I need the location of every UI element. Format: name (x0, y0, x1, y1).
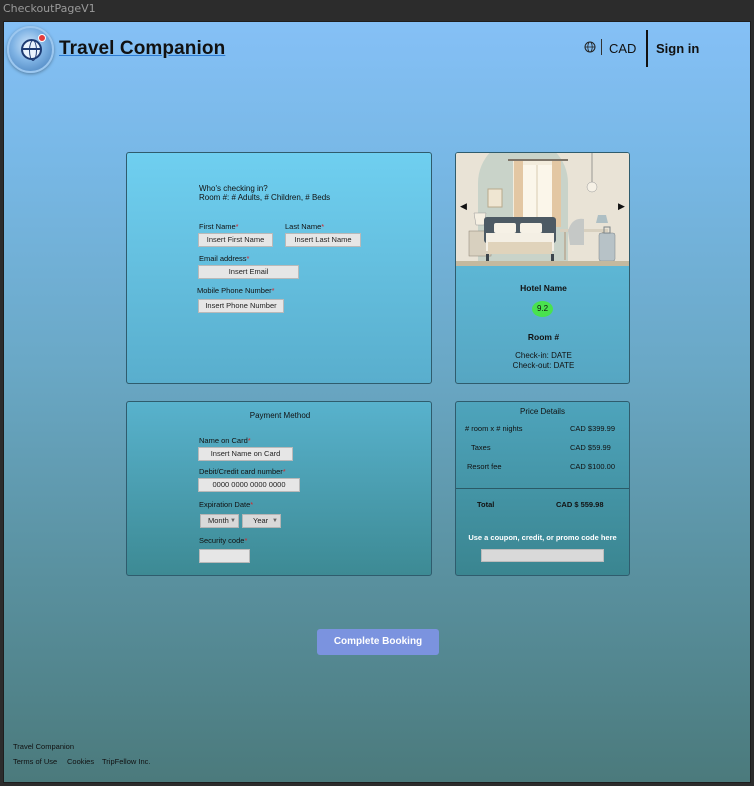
taxes-label: Taxes (471, 443, 491, 452)
guest-heading: Who's checking in? (199, 184, 268, 193)
card-name-input[interactable]: Insert Name on Card (198, 447, 293, 461)
check-in-date: Check-in: DATE (515, 351, 572, 360)
card-number-input[interactable]: 0000 0000 0000 0000 (198, 478, 300, 492)
first-name-label: First Name* (199, 222, 239, 231)
resort-fee-value: CAD $100.00 (570, 462, 616, 471)
app-title[interactable]: Travel Companion (59, 38, 225, 60)
footer-brand: Travel Companion (13, 742, 74, 751)
guest-details-card: Who's checking in? Room #: # Adults, # C… (126, 152, 432, 384)
price-details-card: Price Details # room x # nights CAD $399… (455, 401, 630, 576)
month-select[interactable]: Month ▼ (200, 514, 239, 528)
expiration-label: Expiration Date* (199, 500, 254, 509)
security-code-label: Security code* (199, 536, 248, 545)
payment-heading: Payment Method (249, 411, 311, 420)
language-globe-icon[interactable] (584, 41, 596, 53)
sign-in-link[interactable]: Sign in (656, 41, 699, 56)
hotel-room-image[interactable] (456, 153, 630, 266)
rating-badge: 9.2 (532, 301, 553, 317)
total-label: Total (477, 500, 495, 509)
card-number-label: Debit/Credit card number* (199, 467, 286, 476)
terms-link[interactable]: Terms of Use (13, 757, 57, 766)
email-input[interactable]: Insert Email (198, 265, 299, 279)
frame-label: CheckoutPageV1 (3, 2, 96, 15)
chevron-down-icon: ▼ (272, 518, 278, 524)
globe-logo-icon (21, 39, 42, 61)
security-code-input[interactable] (199, 549, 250, 563)
room-summary: Room #: # Adults, # Children, # Beds (199, 193, 331, 202)
header-divider (646, 30, 648, 67)
location-pin-icon (38, 34, 46, 42)
coupon-label: Use a coupon, credit, or promo code here (468, 533, 617, 542)
next-image-arrow-icon[interactable]: ▶ (618, 201, 625, 212)
chevron-down-icon: ▼ (230, 518, 236, 524)
divider (601, 39, 602, 55)
company-link[interactable]: TripFellow Inc. (102, 757, 150, 766)
email-label: Email address* (199, 254, 250, 263)
coupon-input[interactable] (481, 549, 604, 562)
divider (456, 488, 629, 489)
cookies-link[interactable]: Cookies (67, 757, 94, 766)
hotel-summary-card: ◀ ▶ Hotel Name 9.2 Room # Check-in: DATE… (455, 152, 630, 384)
checkout-page: Travel Companion CAD Sign in Who's check… (3, 21, 751, 783)
total-value: CAD $ 559.98 (556, 500, 604, 509)
year-select[interactable]: Year ▼ (242, 514, 281, 528)
last-name-label: Last Name* (285, 222, 325, 231)
phone-label: Mobile Phone Number* (197, 286, 275, 295)
card-name-label: Name on Card* (199, 436, 251, 445)
payment-method-card: Payment Method Name on Card* Insert Name… (126, 401, 432, 576)
price-heading: Price Details (520, 407, 565, 416)
room-nights-value: CAD $399.99 (570, 424, 616, 433)
phone-input[interactable]: Insert Phone Number (198, 299, 284, 313)
taxes-value: CAD $59.99 (570, 443, 611, 452)
last-name-input[interactable]: Insert Last Name (285, 233, 361, 247)
hotel-name: Hotel Name (520, 283, 567, 293)
complete-booking-button[interactable]: Complete Booking (317, 629, 439, 655)
resort-fee-label: Resort fee (467, 462, 502, 471)
first-name-input[interactable]: Insert First Name (198, 233, 273, 247)
room-number: Room # (527, 332, 560, 342)
logo[interactable] (7, 26, 54, 73)
currency-selector[interactable]: CAD (609, 41, 636, 56)
check-out-date: Check-out: DATE (512, 361, 575, 370)
room-nights-label: # room x # nights (465, 424, 523, 433)
previous-image-arrow-icon[interactable]: ◀ (460, 201, 467, 212)
